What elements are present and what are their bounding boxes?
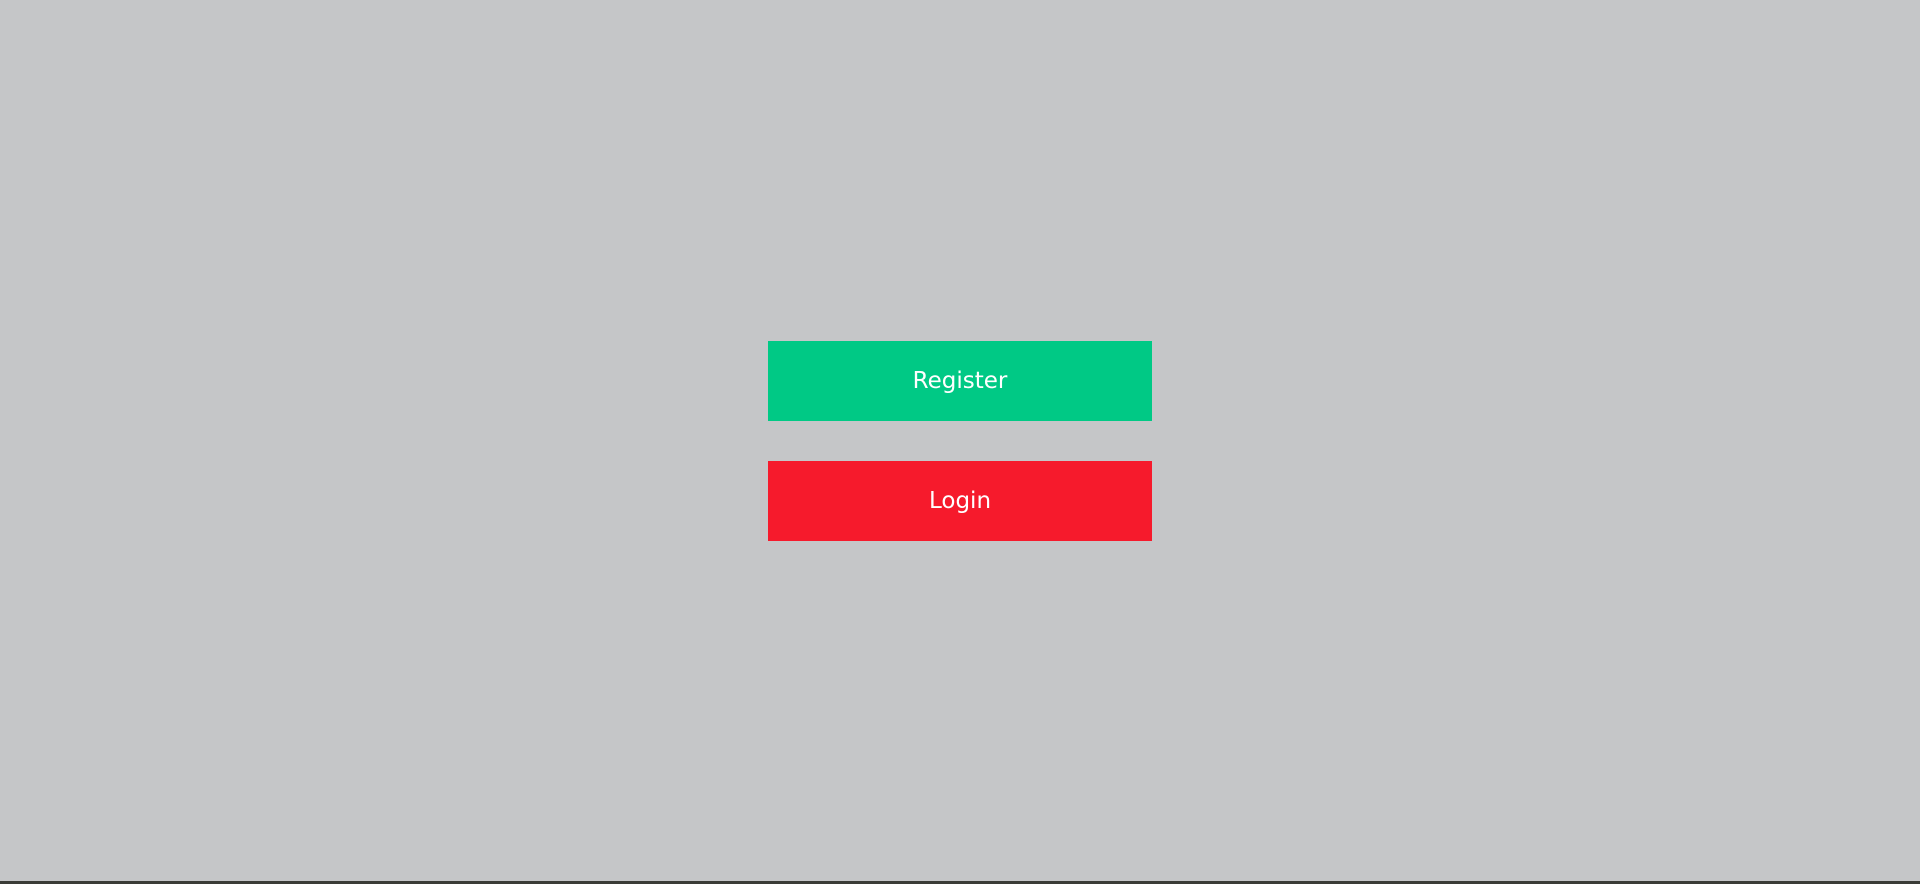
page-background: Register Login	[0, 0, 1920, 881]
login-button-label: Login	[928, 488, 992, 514]
login-button[interactable]: Login	[768, 461, 1152, 541]
register-button-label: Register	[912, 368, 1008, 394]
register-button[interactable]: Register	[768, 341, 1152, 421]
